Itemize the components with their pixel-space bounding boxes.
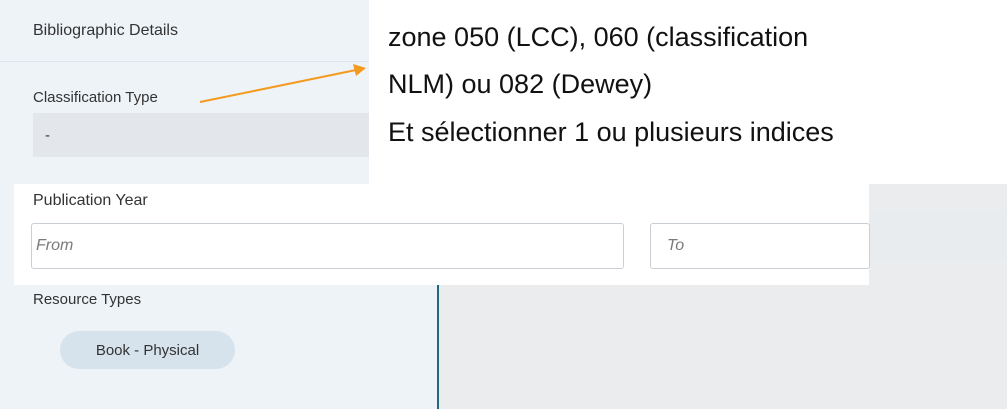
publication-year-label: Publication Year	[33, 192, 148, 209]
classification-type-label: Classification Type	[33, 89, 158, 106]
right-gray-block	[869, 210, 1007, 260]
classification-type-value: -	[45, 126, 50, 144]
instruction-line-2: NLM) ou 082 (Dewey)	[388, 69, 653, 99]
resource-type-chip-label: Book - Physical	[95, 341, 200, 359]
publication-year-to-input[interactable]	[650, 223, 870, 269]
instruction-line-3: Et sélectionner 1 ou plusieurs indices	[388, 117, 834, 147]
resource-type-chip[interactable]: Book - Physical	[60, 331, 235, 369]
panel-divider	[437, 285, 439, 409]
section-title: Bibliographic Details	[33, 21, 178, 39]
publication-year-from-input[interactable]	[31, 223, 624, 269]
instruction-line-1: zone 050 (LCC), 060 (classification	[388, 22, 809, 52]
screen: Bibliographic Details Classification Typ…	[0, 0, 1007, 409]
resource-types-label: Resource Types	[33, 291, 142, 308]
